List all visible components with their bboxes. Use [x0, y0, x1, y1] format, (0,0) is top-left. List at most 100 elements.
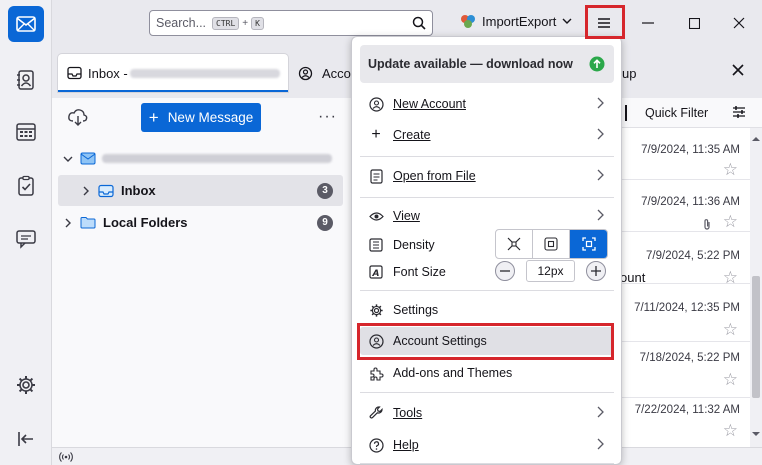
folder-local-folders-label: Local Folders: [103, 215, 188, 230]
importexport-icon: [461, 15, 475, 28]
folder-pane: + New Message ··· Inbox 3 Local Folders …: [52, 98, 353, 447]
address-book-icon: [17, 70, 34, 90]
tab-third[interactable]: up: [622, 54, 662, 92]
mail-icon: [16, 16, 36, 32]
folder-local-unread-badge: 9: [317, 214, 333, 231]
close-icon: [732, 64, 744, 76]
importexport-addon-button[interactable]: ImportExport: [460, 13, 572, 29]
chevron-right-icon: [597, 209, 604, 221]
star-icon[interactable]: ☆: [723, 321, 738, 338]
message-date: 7/22/2024, 11:32 AM: [634, 404, 740, 416]
message-date: 7/9/2024, 11:36 AM: [641, 196, 740, 208]
plus-icon: [591, 266, 601, 276]
message-row[interactable]: 7/9/2024, 11:36 AM ☆: [620, 180, 750, 232]
menu-item-tools[interactable]: Tools: [360, 399, 614, 427]
message-list: 7/9/2024, 11:35 AM ☆ 7/9/2024, 11:36 AM …: [620, 128, 762, 447]
online-status-icon[interactable]: [59, 451, 73, 463]
font-size-increase-button[interactable]: [586, 261, 606, 281]
message-row[interactable]: 7/18/2024, 5:22 PM ☆: [620, 342, 750, 398]
message-row[interactable]: 7/22/2024, 11:32 AM ☆: [620, 398, 750, 447]
star-icon[interactable]: ☆: [723, 161, 738, 178]
font-size-value[interactable]: 12px: [526, 260, 575, 282]
density-compact-button[interactable]: [496, 230, 533, 258]
message-row[interactable]: 7/11/2024, 12:35 PM ☆: [620, 284, 750, 342]
folder-icon: [80, 217, 96, 229]
new-message-button[interactable]: + New Message: [141, 103, 261, 132]
quick-filter-icon: [625, 105, 627, 121]
tab-inbox[interactable]: Inbox -: [58, 54, 288, 92]
density-normal-button[interactable]: [533, 230, 570, 258]
collapse-spaces-button[interactable]: [8, 421, 44, 457]
calendar-button[interactable]: [8, 114, 44, 150]
menu-item-open-from-file[interactable]: Open from File: [360, 162, 614, 190]
svg-text:A: A: [372, 269, 380, 279]
account-tab-icon: [298, 66, 313, 80]
font-size-decrease-button[interactable]: [495, 261, 515, 281]
scroll-up-icon[interactable]: [752, 136, 760, 142]
menu-item-view[interactable]: View: [360, 202, 614, 230]
menu-separator: [360, 290, 614, 291]
message-date: 7/18/2024, 5:22 PM: [639, 352, 740, 364]
tasks-button[interactable]: [8, 168, 44, 204]
close-tab-button[interactable]: [732, 64, 744, 76]
close-window-button[interactable]: [725, 12, 753, 34]
tab-account[interactable]: Acco: [298, 54, 358, 92]
message-list-scrollbar[interactable]: [750, 128, 762, 447]
arrow-up-circle-icon: [589, 56, 605, 72]
minus-icon: [500, 270, 510, 272]
menu-item-settings[interactable]: Settings: [360, 296, 614, 324]
tasks-icon: [18, 175, 34, 196]
search-input[interactable]: Search... CTRL + K: [149, 10, 433, 36]
cloud-download-icon: [68, 109, 88, 126]
eye-icon: [368, 211, 384, 221]
inbox-tab-icon: [67, 66, 82, 80]
star-icon[interactable]: ☆: [723, 213, 738, 230]
menu-item-new-account[interactable]: New Account: [360, 90, 614, 118]
quick-filter-button[interactable]: Quick Filter: [645, 106, 708, 120]
density-icon: [369, 238, 383, 252]
maximize-button[interactable]: [680, 12, 708, 34]
density-normal-icon: [544, 237, 558, 251]
plus-icon: +: [148, 108, 159, 127]
app-menu-panel: Update available — download now New Acco…: [351, 36, 622, 465]
folder-inbox[interactable]: Inbox 3: [58, 175, 343, 206]
density-touch-button[interactable]: [570, 230, 607, 258]
message-row[interactable]: 7/9/2024, 5:22 PM ount ☆: [620, 232, 750, 286]
star-icon[interactable]: ☆: [723, 371, 738, 388]
menu-item-settings-label: Settings: [393, 303, 439, 317]
density-touch-icon: [581, 237, 596, 251]
menu-item-create[interactable]: + Create: [360, 121, 614, 149]
menu-item-density-label: Density: [393, 238, 435, 252]
shortcut-key-ctrl: CTRL: [212, 16, 240, 30]
account-row[interactable]: [58, 143, 343, 174]
mail-space-button[interactable]: [8, 6, 44, 42]
get-messages-button[interactable]: [67, 108, 89, 126]
spaces-toolbar: [0, 0, 52, 465]
folder-local-folders[interactable]: Local Folders 9: [58, 207, 343, 238]
menu-item-addons-themes[interactable]: Add-ons and Themes: [360, 359, 614, 387]
tab-third-label: up: [622, 65, 637, 81]
scroll-down-icon[interactable]: [752, 431, 760, 437]
density-compact-icon: [507, 237, 521, 251]
display-options-icon[interactable]: [732, 105, 746, 119]
star-icon[interactable]: ☆: [723, 422, 738, 439]
message-row[interactable]: 7/9/2024, 11:35 AM ☆: [620, 128, 750, 180]
chevron-down-icon: [562, 18, 572, 24]
app-menu-button[interactable]: [587, 8, 621, 38]
address-book-button[interactable]: [8, 62, 44, 98]
menu-item-tools-label: Tools: [393, 406, 423, 420]
chevron-right-icon: [83, 186, 89, 195]
message-date: 7/9/2024, 5:22 PM: [646, 250, 740, 262]
menu-item-view-label: View: [393, 209, 420, 223]
minimize-button[interactable]: [634, 12, 662, 34]
font-size-icon: A: [369, 265, 383, 279]
folder-pane-options-button[interactable]: ···: [318, 108, 337, 126]
menu-item-help[interactable]: Help: [360, 431, 614, 459]
menu-item-account-settings[interactable]: Account Settings: [360, 327, 614, 355]
chat-button[interactable]: [8, 221, 44, 257]
update-available-banner[interactable]: Update available — download now: [360, 45, 614, 83]
scrollbar-thumb[interactable]: [752, 276, 760, 398]
new-message-label: New Message: [167, 110, 254, 125]
folder-inbox-unread-badge: 3: [317, 182, 333, 199]
settings-space-button[interactable]: [8, 367, 44, 403]
